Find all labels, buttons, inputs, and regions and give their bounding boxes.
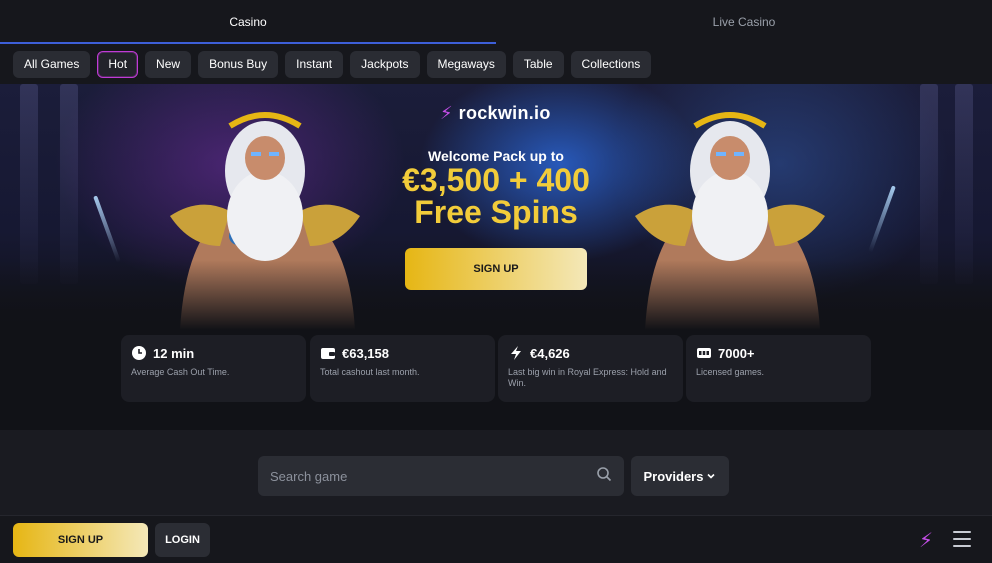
lightning-bolt-icon[interactable]: ⚡ xyxy=(919,528,933,553)
wallet-icon xyxy=(320,345,336,361)
filter-hot[interactable]: Hot xyxy=(97,50,139,78)
stat-card-big-win: €4,626 Last big win in Royal Express: Ho… xyxy=(498,335,683,402)
search-icon[interactable] xyxy=(596,466,612,487)
temple-pillar xyxy=(60,84,78,284)
filter-jackpots[interactable]: Jackpots xyxy=(350,50,420,78)
stat-value: 12 min xyxy=(153,345,195,361)
filter-megaways[interactable]: Megaways xyxy=(426,50,506,78)
filter-table[interactable]: Table xyxy=(512,50,564,78)
lightning-bolt-icon: ⚡ xyxy=(440,103,453,123)
stat-card-cashout-time: 12 min Average Cash Out Time. xyxy=(121,335,306,402)
login-button[interactable]: LOGIN xyxy=(155,523,210,557)
stat-value: €63,158 xyxy=(342,345,389,361)
temple-pillar xyxy=(920,84,938,284)
bottom-bar: SIGN UP LOGIN ⚡ xyxy=(0,515,992,563)
hero-sign-up-button[interactable]: SIGN UP xyxy=(405,248,587,290)
tab-casino-label: Casino xyxy=(229,15,267,29)
game-filters: All Games Hot New Bonus Buy Instant Jack… xyxy=(0,44,992,84)
temple-pillar xyxy=(955,84,973,284)
sign-up-button[interactable]: SIGN UP xyxy=(13,523,148,557)
search-box[interactable] xyxy=(258,456,624,496)
lightning-decoration xyxy=(93,195,121,263)
clock-icon xyxy=(131,345,147,361)
lightning-decoration xyxy=(868,185,896,253)
filter-new[interactable]: New xyxy=(145,50,192,78)
providers-label: Providers xyxy=(643,468,704,484)
hamburger-menu-icon[interactable] xyxy=(953,531,971,547)
lightning-bolt-icon xyxy=(508,345,524,361)
stat-value: 7000+ xyxy=(718,345,755,361)
stat-value: €4,626 xyxy=(530,345,570,361)
filter-bonus-buy[interactable]: Bonus Buy xyxy=(198,50,279,78)
filter-instant[interactable]: Instant xyxy=(285,50,344,78)
brand-name: rockwin.io xyxy=(458,103,551,123)
tab-live-casino-label: Live Casino xyxy=(712,15,776,29)
stat-description: Licensed games. xyxy=(696,367,765,377)
stat-description: Average Cash Out Time. xyxy=(131,367,230,377)
temple-pillar xyxy=(20,84,38,284)
free-spins-text: Free Spins xyxy=(414,194,578,230)
search-input[interactable] xyxy=(270,468,596,484)
stat-card-total-cashout: €63,158 Total cashout last month. xyxy=(310,335,495,402)
tab-casino[interactable]: Casino xyxy=(0,0,496,44)
top-tabs: Casino Live Casino xyxy=(0,0,992,44)
filter-collections[interactable]: Collections xyxy=(570,50,652,78)
slot-machine-icon xyxy=(696,345,712,361)
stat-description: Last big win in Royal Express: Hold and … xyxy=(508,367,667,388)
stat-description: Total cashout last month. xyxy=(320,367,420,377)
brand-logo: ⚡ rockwin.io xyxy=(440,103,551,124)
filter-all-games[interactable]: All Games xyxy=(13,50,91,78)
providers-dropdown[interactable]: Providers xyxy=(631,456,729,496)
chevron-down-icon xyxy=(706,469,716,484)
stat-card-licensed-games: 7000+ Licensed games. xyxy=(686,335,871,402)
tab-live-casino[interactable]: Live Casino xyxy=(496,0,992,44)
